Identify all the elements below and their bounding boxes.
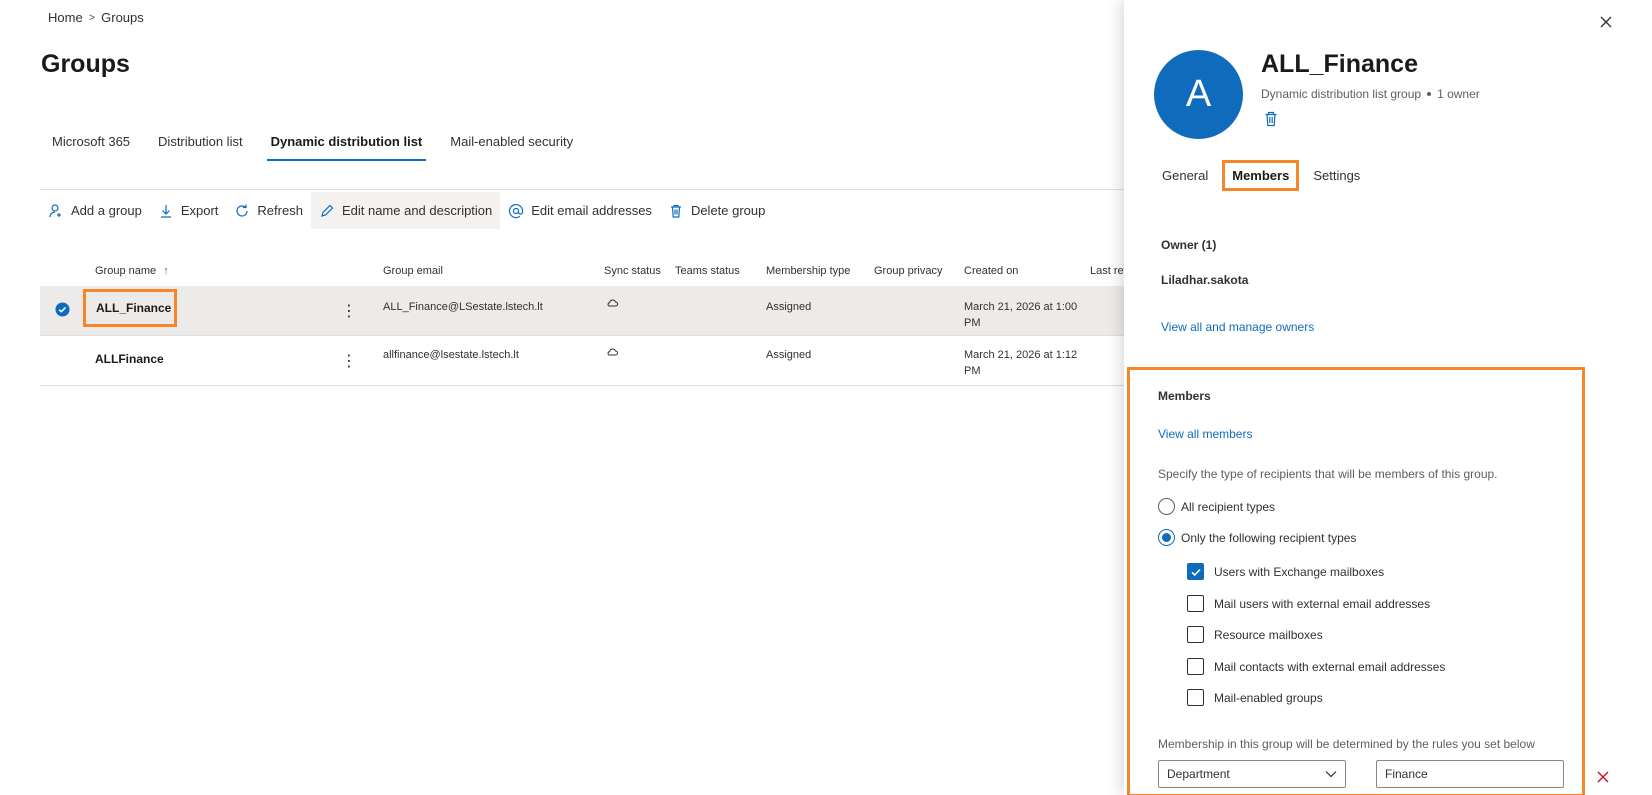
view-all-members-link[interactable]: View all members	[1158, 427, 1252, 441]
add-person-icon	[49, 203, 61, 217]
group-name-cell[interactable]: ALLFinance	[95, 352, 164, 366]
radio-button[interactable]	[1158, 498, 1175, 515]
group-name-cell[interactable]: ALL_Finance	[83, 289, 177, 327]
avatar: A	[1154, 50, 1243, 139]
membership-rules-description: Membership in this group will be determi…	[1158, 737, 1535, 751]
delete-group-button[interactable]: Delete group	[660, 192, 773, 229]
group-name: ALLFinance	[95, 352, 164, 366]
view-manage-owners-link[interactable]: View all and manage owners	[1161, 320, 1314, 334]
checkbox-exchange-mailboxes[interactable]: Users with Exchange mailboxes	[1187, 563, 1384, 580]
checkbox-mail-contacts-external[interactable]: Mail contacts with external email addres…	[1187, 658, 1445, 675]
column-header-group-name[interactable]: Group name ↑	[95, 265, 169, 277]
edit-email-label: Edit email addresses	[531, 203, 652, 218]
column-header-sync-status[interactable]: Sync status	[604, 265, 661, 277]
chevron-down-icon	[1325, 771, 1337, 778]
table-row[interactable]: ALLFinance ⋮ allfinance@lsestate.lstech.…	[40, 336, 1124, 386]
table-header: Group name ↑ Group email Sync status Tea…	[40, 256, 1127, 286]
refresh-label: Refresh	[257, 203, 303, 218]
tab-settings[interactable]: Settings	[1305, 162, 1368, 189]
rule-value-input[interactable]: Finance	[1376, 760, 1564, 788]
tab-mail-enabled-security[interactable]: Mail-enabled security	[438, 126, 585, 161]
checkmark-icon	[1190, 568, 1201, 576]
sort-ascending-icon: ↑	[163, 265, 169, 277]
group-type-tabs: Microsoft 365 Distribution list Dynamic …	[40, 126, 589, 161]
group-details-panel: A ALL_Finance Dynamic distribution list …	[1124, 0, 1652, 795]
column-header-membership-type[interactable]: Membership type	[766, 265, 850, 277]
edit-name-label: Edit name and description	[341, 203, 493, 218]
panel-title: ALL_Finance	[1261, 50, 1418, 78]
trash-icon[interactable]	[1264, 111, 1278, 127]
checkbox[interactable]	[1187, 595, 1204, 612]
breadcrumb: Home > Groups	[48, 10, 144, 25]
table-row[interactable]: ALL_Finance ⋮ ALL_Finance@LSestate.lstec…	[40, 286, 1124, 336]
edit-name-description-button[interactable]: Edit name and description	[310, 192, 501, 229]
group-email: allfinance@lsestate.lstech.lt	[383, 349, 519, 361]
owner-count: 1 owner	[1437, 87, 1480, 101]
checkbox[interactable]	[1187, 626, 1204, 643]
pencil-icon	[321, 204, 334, 217]
group-type-text: Dynamic distribution list group	[1261, 87, 1422, 101]
membership-type: Assigned	[766, 301, 812, 313]
owner-name: Liladhar.sakota	[1161, 273, 1249, 287]
tab-distribution-list[interactable]: Distribution list	[146, 126, 255, 161]
edit-email-addresses-button[interactable]: Edit email addresses	[500, 192, 660, 229]
delete-group-label: Delete group	[690, 203, 766, 218]
panel-subtitle: Dynamic distribution list group 1 owner	[1261, 87, 1480, 101]
column-header-group-email[interactable]: Group email	[383, 265, 443, 277]
panel-tabs: General Members Settings	[1154, 160, 1368, 191]
groups-table: Group name ↑ Group email Sync status Tea…	[40, 256, 1127, 386]
checkbox-resource-mailboxes[interactable]: Resource mailboxes	[1187, 626, 1323, 643]
radio-only-following-types[interactable]: Only the following recipient types	[1158, 529, 1356, 546]
remove-rule-icon[interactable]	[1596, 770, 1610, 784]
owner-heading: Owner (1)	[1161, 238, 1217, 252]
membership-type: Assigned	[766, 349, 812, 361]
group-name: ALL_Finance	[96, 301, 172, 315]
created-on: March 21, 2026 at 1:00 PM	[964, 301, 1078, 329]
more-actions-icon[interactable]: ⋮	[341, 301, 357, 321]
column-header-last-ref[interactable]: Last ref	[1090, 265, 1127, 277]
export-button[interactable]: Export	[150, 192, 227, 229]
group-email: ALL_Finance@LSestate.lstech.lt	[383, 301, 543, 313]
checkmark-circle-icon	[55, 302, 70, 317]
checkbox[interactable]	[1187, 689, 1204, 706]
breadcrumb-current: Groups	[101, 10, 144, 25]
refresh-icon	[236, 204, 249, 217]
tab-members-highlight: Members	[1222, 160, 1300, 191]
column-header-group-privacy[interactable]: Group privacy	[874, 265, 942, 277]
radio-all-recipient-types[interactable]: All recipient types	[1158, 498, 1275, 515]
column-header-teams-status[interactable]: Teams status	[675, 265, 740, 277]
download-icon	[160, 204, 171, 218]
tab-members[interactable]: Members	[1230, 166, 1291, 185]
breadcrumb-home[interactable]: Home	[48, 10, 83, 25]
checkbox-mail-users-external[interactable]: Mail users with external email addresses	[1187, 595, 1430, 612]
chevron-right-icon: >	[88, 11, 96, 24]
recipient-type-description: Specify the type of recipients that will…	[1158, 467, 1498, 481]
created-on: March 21, 2026 at 1:12 PM	[964, 349, 1078, 377]
close-icon[interactable]	[1598, 14, 1614, 30]
radio-button-selected[interactable]	[1158, 529, 1175, 546]
checkbox-mail-enabled-groups[interactable]: Mail-enabled groups	[1187, 689, 1323, 706]
members-heading: Members	[1158, 389, 1211, 403]
add-group-label: Add a group	[71, 203, 142, 218]
at-sign-icon	[509, 203, 524, 218]
rule-attribute-dropdown[interactable]: Department	[1158, 760, 1346, 788]
more-actions-icon[interactable]: ⋮	[341, 351, 357, 371]
checkbox[interactable]	[1187, 658, 1204, 675]
command-bar: Add a group Export Refresh Edit name and…	[40, 192, 773, 229]
cloud-icon	[606, 298, 618, 311]
tab-general[interactable]: General	[1154, 162, 1216, 189]
page-title: Groups	[41, 50, 130, 78]
tab-dynamic-distribution-list[interactable]: Dynamic distribution list	[259, 126, 435, 161]
tab-microsoft-365[interactable]: Microsoft 365	[40, 126, 142, 161]
trash-icon	[670, 204, 681, 218]
refresh-button[interactable]: Refresh	[226, 192, 311, 229]
add-group-button[interactable]: Add a group	[40, 192, 150, 229]
row-checkbox[interactable]	[55, 302, 70, 320]
tab-divider	[40, 189, 1124, 190]
separator-dot	[1427, 92, 1432, 96]
column-header-created-on[interactable]: Created on	[964, 265, 1018, 277]
cloud-icon	[606, 347, 618, 360]
export-label: Export	[180, 203, 219, 218]
checkbox[interactable]	[1187, 563, 1204, 580]
